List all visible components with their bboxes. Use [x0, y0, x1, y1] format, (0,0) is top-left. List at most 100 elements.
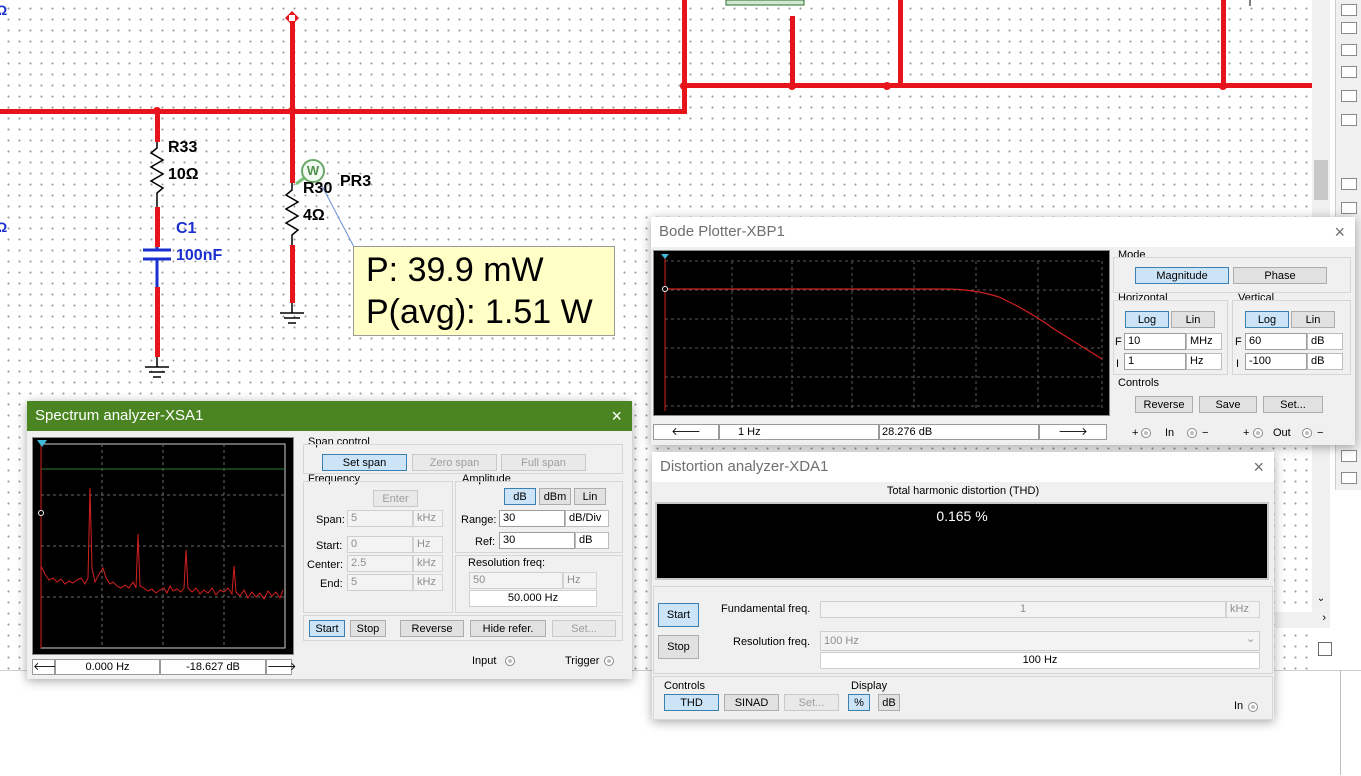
enter-button[interactable]: Enter — [373, 490, 418, 507]
bode-cursor-right-button[interactable]: 🡒 — [1039, 424, 1107, 440]
phase-button[interactable]: Phase — [1233, 267, 1327, 284]
range-unit[interactable]: dB/Div — [565, 510, 609, 527]
end-unit[interactable]: kHz — [413, 574, 443, 591]
distortion-start-button[interactable]: Start — [658, 603, 699, 627]
horizontal-final-input[interactable]: 10 — [1124, 333, 1186, 350]
toolbar-button[interactable] — [1341, 22, 1357, 34]
start-input[interactable]: 0 — [347, 536, 413, 553]
horizontal-lin-button[interactable]: Lin — [1171, 311, 1215, 328]
vertical-final-input[interactable]: 60 — [1245, 333, 1307, 350]
resolution-freq-label: Resolution freq. — [733, 636, 811, 648]
lower-panel-divider — [1340, 670, 1341, 775]
distortion-analyzer-window[interactable]: Distortion analyzer-XDA1 × Total harmoni… — [652, 452, 1274, 720]
percent-display-button[interactable]: % — [848, 694, 870, 711]
spectrum-analyzer-window[interactable]: Spectrum analyzer-XSA1 × 🡐 0.000 Hz -18.… — [27, 401, 632, 679]
bode-reverse-button[interactable]: Reverse — [1135, 396, 1193, 413]
amplitude-lin-button[interactable]: Lin — [574, 488, 606, 505]
input-terminal[interactable] — [505, 656, 515, 666]
end-label: End: — [320, 578, 343, 590]
sinad-button[interactable]: SINAD — [724, 694, 779, 711]
toolbar-button[interactable] — [1341, 178, 1357, 190]
display-label: Display — [851, 680, 888, 692]
fundamental-freq-input[interactable]: 1 — [820, 601, 1226, 618]
vertical-initial-input[interactable]: -100 — [1245, 353, 1307, 370]
center-unit[interactable]: kHz — [413, 555, 443, 572]
amplitude-db-button[interactable]: dB — [504, 488, 536, 505]
in-terminal[interactable] — [1248, 702, 1258, 712]
distortion-title-bar[interactable]: Distortion analyzer-XDA1 × — [652, 452, 1274, 482]
trigger-terminal[interactable] — [604, 656, 614, 666]
db-display-button[interactable]: dB — [878, 694, 900, 711]
set-span-button[interactable]: Set span — [322, 454, 407, 471]
toolbar-button[interactable] — [1341, 90, 1357, 102]
toolbar-button[interactable] — [1341, 202, 1357, 214]
spectrum-title-bar[interactable]: Spectrum analyzer-XSA1 × — [27, 401, 632, 431]
spectrum-cursor-right-button[interactable]: 🡒 — [266, 659, 297, 675]
hide-reference-button[interactable]: Hide refer. — [470, 620, 546, 637]
out-minus-terminal[interactable] — [1302, 428, 1312, 438]
toolbar-button[interactable] — [1341, 472, 1357, 484]
end-input[interactable]: 5 — [347, 574, 413, 591]
horizontal-initial-input[interactable]: 1 — [1124, 353, 1186, 370]
vertical-lin-button[interactable]: Lin — [1291, 311, 1335, 328]
vertical-initial-unit[interactable]: dB — [1307, 353, 1343, 370]
junction-dot — [788, 82, 796, 90]
resolution-freq-unit[interactable]: Hz — [563, 572, 597, 589]
full-span-button[interactable]: Full span — [501, 454, 586, 471]
out-label: Out — [1273, 427, 1291, 439]
ref-input[interactable]: 30 — [499, 532, 575, 549]
in-plus-terminal[interactable] — [1141, 428, 1151, 438]
spectrum-start-button[interactable]: Start — [309, 620, 345, 637]
spectrum-stop-button[interactable]: Stop — [350, 620, 386, 637]
toolbar-button[interactable] — [1341, 450, 1357, 462]
ref-unit[interactable]: dB — [575, 532, 609, 549]
toolbar-button[interactable] — [1341, 4, 1357, 16]
vertical-final-unit[interactable]: dB — [1307, 333, 1343, 350]
amplitude-dbm-button[interactable]: dBm — [539, 488, 571, 505]
zero-span-button[interactable]: Zero span — [412, 454, 497, 471]
horizontal-final-unit[interactable]: MHz — [1186, 333, 1222, 350]
toolbar-button[interactable] — [1341, 114, 1357, 126]
resolution-freq-select[interactable]: 100 Hz — [820, 631, 1260, 651]
span-input[interactable]: 5 — [347, 510, 413, 527]
scroll-right-icon[interactable]: › — [1322, 612, 1326, 624]
bode-save-button[interactable]: Save — [1199, 396, 1257, 413]
close-icon[interactable]: × — [1334, 217, 1345, 247]
spectrum-set-button[interactable]: Set... — [552, 620, 616, 637]
distortion-set-button[interactable]: Set... — [784, 694, 839, 711]
spectrum-plot-screen[interactable] — [32, 437, 294, 655]
vertical-log-button[interactable]: Log — [1245, 311, 1289, 328]
magnitude-button[interactable]: Magnitude — [1135, 267, 1229, 284]
horizontal-scrollbar[interactable]: › — [1275, 612, 1330, 628]
span-unit[interactable]: kHz — [413, 510, 443, 527]
horizontal-log-button[interactable]: Log — [1125, 311, 1169, 328]
bode-plotter-window[interactable]: Bode Plotter-XBP1 × 🡐 1 Hz 28.276 dB 🡒 M… — [651, 217, 1355, 445]
horizontal-initial-unit[interactable]: Hz — [1186, 353, 1222, 370]
fundamental-freq-unit[interactable]: kHz — [1226, 601, 1260, 618]
scroll-down-icon[interactable]: ⌄ — [1312, 593, 1330, 604]
scrollbar-thumb[interactable] — [1314, 160, 1328, 200]
fundamental-freq-label: Fundamental freq. — [721, 603, 811, 615]
toolbar-button[interactable] — [1341, 66, 1357, 78]
close-icon[interactable]: × — [611, 401, 622, 431]
bode-set-button[interactable]: Set... — [1263, 396, 1323, 413]
bode-plot-screen[interactable] — [653, 250, 1110, 416]
panel-icon[interactable] — [1318, 642, 1332, 656]
in-minus-terminal[interactable] — [1187, 428, 1197, 438]
chevron-down-icon[interactable]: ⌄ — [1246, 632, 1255, 645]
start-unit[interactable]: Hz — [413, 536, 443, 553]
close-icon[interactable]: × — [1253, 452, 1264, 482]
bode-title-bar[interactable]: Bode Plotter-XBP1 × — [651, 217, 1355, 247]
spectrum-reverse-button[interactable]: Reverse — [400, 620, 464, 637]
toolbar-button[interactable] — [1341, 44, 1357, 56]
distortion-stop-button[interactable]: Stop — [658, 635, 699, 659]
resolution-freq-input[interactable]: 50 — [469, 572, 563, 589]
in-label: In — [1165, 427, 1175, 439]
range-input[interactable]: 30 — [499, 510, 565, 527]
resolution-freq-readout: 50.000 Hz — [469, 590, 597, 607]
out-plus-terminal[interactable] — [1253, 428, 1263, 438]
center-input[interactable]: 2.5 — [347, 555, 413, 572]
bode-cursor-left-button[interactable]: 🡐 — [653, 424, 719, 440]
thd-button[interactable]: THD — [664, 694, 719, 711]
spectrum-cursor-left-button[interactable]: 🡐 — [32, 659, 63, 675]
